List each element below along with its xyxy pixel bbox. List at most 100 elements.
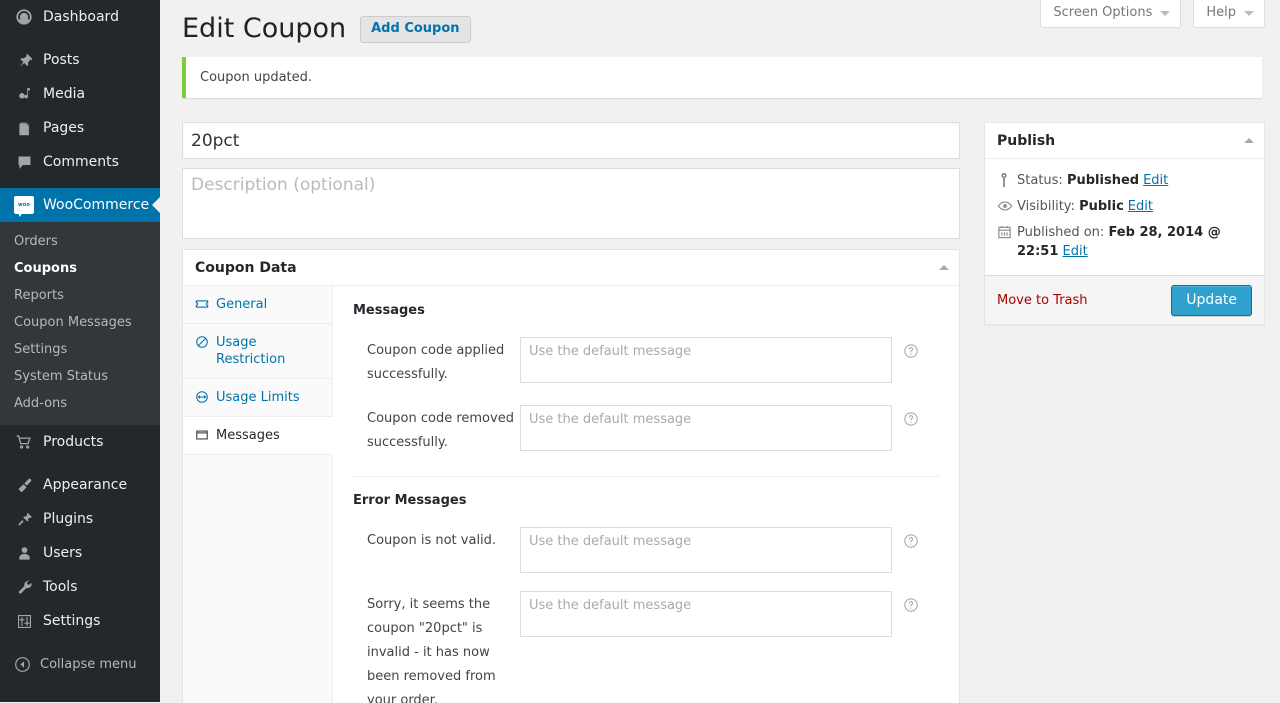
submenu-label: Reports xyxy=(14,288,64,303)
add-coupon-button[interactable]: Add Coupon xyxy=(360,15,471,43)
notice-text: Coupon updated. xyxy=(200,70,313,85)
sliders-icon xyxy=(14,611,34,631)
tab-label: Usage Restriction xyxy=(216,335,286,367)
collapse-menu-label: Collapse menu xyxy=(40,656,137,672)
sidebar-item-woo-settings[interactable]: Settings xyxy=(0,336,160,363)
tab-label: Usage Limits xyxy=(216,390,300,405)
coupon-applied-message-control xyxy=(520,337,939,383)
tab-usage-restriction[interactable]: Usage Restriction xyxy=(183,324,332,379)
pin-icon xyxy=(14,50,34,70)
coupon-applied-message-label: Coupon code applied successfully. xyxy=(367,343,505,382)
coupon-code-input[interactable] xyxy=(182,122,960,159)
publish-panel: Publish Status: Published Edit Visibilit… xyxy=(984,122,1265,325)
sidebar-item-users[interactable]: Users xyxy=(0,536,160,570)
update-button[interactable]: Update xyxy=(1171,284,1252,316)
screen-options-button[interactable]: Screen Options xyxy=(1040,0,1182,28)
sidebar-item-label: Users xyxy=(43,545,83,561)
sidebar-item-comments[interactable]: Comments xyxy=(0,145,160,179)
coupon-applied-message-textarea[interactable] xyxy=(520,337,892,383)
tab-usage-limits[interactable]: Usage Limits xyxy=(183,379,332,417)
coupon-data-tabs: General Usage Restriction Usage Limits M… xyxy=(183,286,333,703)
coupon-not-valid-message-textarea[interactable] xyxy=(520,527,892,573)
sidebar-item-pages[interactable]: Pages xyxy=(0,111,160,145)
sidebar-item-woocommerce[interactable]: woo WooCommerce xyxy=(0,188,160,222)
chevron-up-icon xyxy=(939,265,949,270)
window-icon xyxy=(195,428,209,442)
sidebar-item-add-ons[interactable]: Add-ons xyxy=(0,390,160,417)
sidebar-item-orders[interactable]: Orders xyxy=(0,228,160,255)
sidebar-item-label: Comments xyxy=(43,154,119,170)
messages-section-heading: Messages xyxy=(353,303,425,318)
sidebar-item-label: Media xyxy=(43,86,86,102)
brush-icon xyxy=(14,475,34,495)
help-tip-icon[interactable] xyxy=(903,411,919,427)
coupon-removed-message-textarea[interactable] xyxy=(520,405,892,451)
sidebar-item-plugins[interactable]: Plugins xyxy=(0,502,160,536)
tab-messages[interactable]: Messages xyxy=(183,417,333,455)
submenu-label: Coupon Messages xyxy=(14,315,132,330)
page-title: Edit Coupon Add Coupon xyxy=(182,12,471,46)
sidebar-item-label: Products xyxy=(43,434,104,450)
submenu-label: Coupons xyxy=(14,261,77,276)
sidebar-item-appearance[interactable]: Appearance xyxy=(0,468,160,502)
sidebar-item-label: Plugins xyxy=(43,511,94,527)
tab-general[interactable]: General xyxy=(183,286,332,324)
published-on-edit-link[interactable]: Edit xyxy=(1063,244,1088,259)
visibility-edit-link[interactable]: Edit xyxy=(1128,197,1153,216)
visibility-value: Public xyxy=(1079,199,1124,214)
chevron-down-icon xyxy=(1160,10,1171,16)
sidebar-item-dashboard[interactable]: Dashboard xyxy=(0,0,160,34)
sidebar-item-system-status[interactable]: System Status xyxy=(0,363,160,390)
sidebar-item-label: Appearance xyxy=(43,477,128,493)
publish-collapse-toggle[interactable] xyxy=(1244,123,1254,158)
status-edit-link[interactable]: Edit xyxy=(1143,171,1168,190)
screen-meta-links: Screen Options Help xyxy=(1040,0,1265,28)
field-row: Coupon code applied successfully. xyxy=(353,328,939,396)
field-row: Coupon code removed successfully. xyxy=(353,396,939,464)
coupon-description-textarea[interactable] xyxy=(182,168,960,239)
field-row: Coupon is not valid. xyxy=(353,518,939,582)
cart-icon xyxy=(14,432,34,452)
ticket-icon xyxy=(195,297,209,311)
collapse-menu-button[interactable]: Collapse menu xyxy=(0,647,160,681)
coupon-removed-message-label: Coupon code removed successfully. xyxy=(367,411,514,450)
main-content: Screen Options Help Edit Coupon Add Coup… xyxy=(160,0,1280,703)
published-on-row: Published on: Feb 28, 2014 @ 22:51 Edit xyxy=(997,220,1252,265)
sidebar-item-tools[interactable]: Tools xyxy=(0,570,160,604)
sidebar-item-reports[interactable]: Reports xyxy=(0,282,160,309)
sidebar-item-label: Posts xyxy=(43,52,80,68)
sidebar-item-posts[interactable]: Posts xyxy=(0,43,160,77)
sidebar-item-label: Dashboard xyxy=(43,9,119,25)
help-tip-icon[interactable] xyxy=(903,597,919,613)
coupon-invalid-removed-message-textarea[interactable] xyxy=(520,591,892,637)
sidebar-item-coupon-messages[interactable]: Coupon Messages xyxy=(0,309,160,336)
tab-label: General xyxy=(216,297,268,312)
dashboard-icon xyxy=(14,7,34,27)
eye-icon xyxy=(997,198,1017,214)
page-title-text: Edit Coupon xyxy=(182,13,347,44)
calendar-icon xyxy=(997,224,1017,240)
coupon-removed-message-control xyxy=(520,405,939,451)
sidebar-item-settings[interactable]: Settings xyxy=(0,604,160,638)
help-button[interactable]: Help xyxy=(1193,0,1265,28)
usage-limits-icon xyxy=(195,390,209,404)
error-messages-section-heading: Error Messages xyxy=(353,493,467,508)
submenu-label: Orders xyxy=(14,234,58,249)
help-label: Help xyxy=(1206,5,1236,20)
sidebar-item-media[interactable]: Media xyxy=(0,77,160,111)
help-tip-icon[interactable] xyxy=(903,533,919,549)
published-on-label: Published on: xyxy=(1017,225,1105,240)
sidebar-item-coupons[interactable]: Coupons xyxy=(0,255,160,282)
sidebar-item-label: Tools xyxy=(43,579,78,595)
collapse-arrow-icon xyxy=(14,656,31,673)
coupon-data-collapse-toggle[interactable] xyxy=(939,250,949,285)
help-tip-icon[interactable] xyxy=(903,343,919,359)
sidebar-item-label: WooCommerce xyxy=(43,197,150,213)
messages-panel-inner: Messages Coupon code applied successfull… xyxy=(333,286,959,703)
move-to-trash-button[interactable]: Move to Trash xyxy=(997,293,1088,308)
sidebar-item-products[interactable]: Products xyxy=(0,425,160,459)
status-value: Published xyxy=(1066,173,1140,188)
sidebar-item-label: Settings xyxy=(43,613,101,629)
